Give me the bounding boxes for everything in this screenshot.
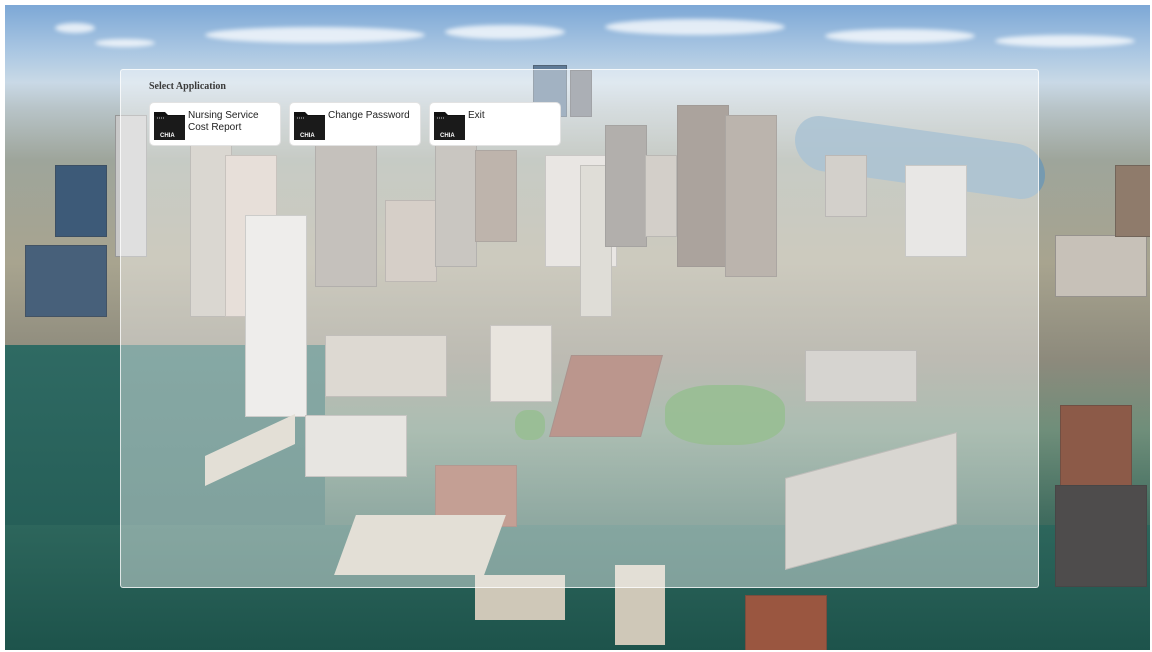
app-label: Exit bbox=[468, 110, 485, 121]
panel-title: Select Application bbox=[149, 81, 226, 92]
folder-icon: CHIA bbox=[434, 112, 465, 140]
icon-text: CHIA bbox=[300, 133, 315, 139]
app-label: Nursing Service Cost Report bbox=[188, 110, 259, 133]
folder-icon: CHIA bbox=[294, 112, 325, 140]
building bbox=[1055, 235, 1147, 297]
cloud bbox=[95, 39, 155, 47]
building bbox=[1060, 405, 1132, 487]
cloud bbox=[445, 25, 565, 39]
cloud bbox=[55, 23, 95, 33]
building bbox=[745, 595, 827, 650]
building bbox=[55, 165, 107, 237]
select-application-panel: Select Application CHIA Nursing Service … bbox=[120, 69, 1039, 588]
cloud bbox=[825, 29, 975, 43]
app-tile-change-password[interactable]: CHIA Change Password bbox=[289, 102, 421, 146]
cloud bbox=[205, 27, 425, 43]
app-label: Change Password bbox=[328, 110, 410, 121]
building bbox=[1115, 165, 1150, 237]
icon-text: CHIA bbox=[160, 133, 175, 139]
cloud bbox=[995, 35, 1135, 47]
building bbox=[1055, 485, 1147, 587]
app-tile-exit[interactable]: CHIA Exit bbox=[429, 102, 561, 146]
building bbox=[25, 245, 107, 317]
folder-icon: CHIA bbox=[154, 112, 185, 140]
cloud bbox=[605, 19, 785, 35]
app-tile-nursing-service-cost-report[interactable]: CHIA Nursing Service Cost Report bbox=[149, 102, 281, 146]
icon-text: CHIA bbox=[440, 133, 455, 139]
